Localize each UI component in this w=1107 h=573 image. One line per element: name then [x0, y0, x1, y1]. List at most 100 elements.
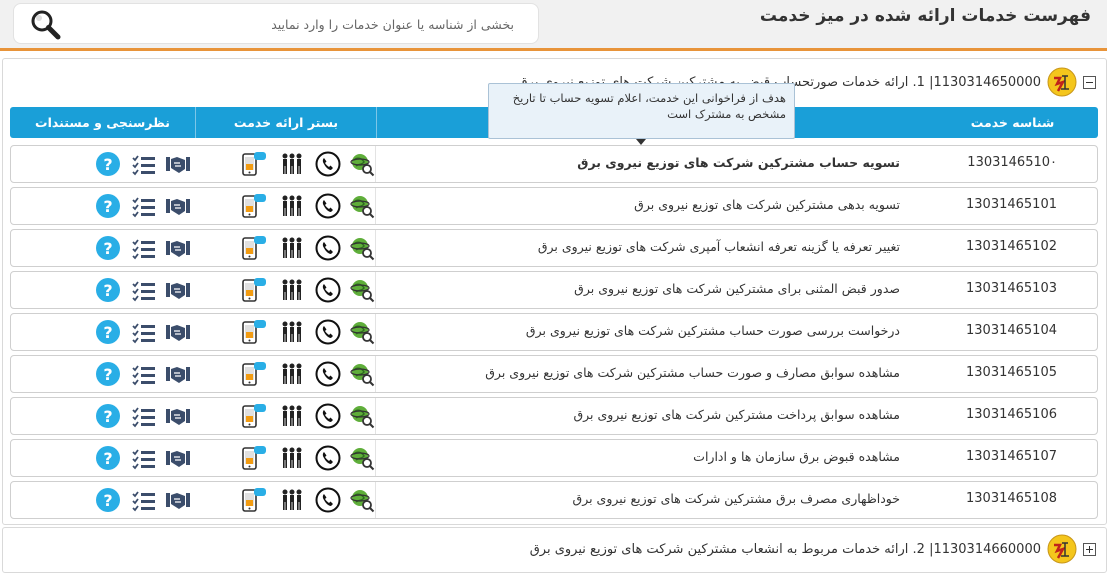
people-icon[interactable] [279, 361, 305, 387]
table-row[interactable]: 13031465107 مشاهده قبوض برق سازمان ها و … [10, 439, 1098, 477]
checklist-icon[interactable] [131, 487, 157, 513]
globe-search-icon[interactable] [349, 319, 375, 345]
checklist-icon[interactable] [131, 361, 157, 387]
service-title[interactable]: مشاهده قبوض برق سازمان ها و ادارات [693, 449, 900, 464]
service-title[interactable]: صدور قبض المثنی برای مشترکین شرکت های تو… [574, 281, 900, 296]
row-actions: ? [91, 319, 381, 345]
mobile-app-icon[interactable] [241, 403, 267, 429]
checklist-icon[interactable] [131, 445, 157, 471]
expand-icon[interactable] [1083, 542, 1096, 556]
globe-search-icon[interactable] [349, 487, 375, 513]
globe-search-icon[interactable] [349, 445, 375, 471]
column-id: شناسه خدمت [970, 115, 1055, 130]
mobile-app-icon[interactable] [241, 487, 267, 513]
checklist-icon[interactable] [131, 235, 157, 261]
service-title[interactable]: خوداظهاری مصرف برق مشترکین شرکت های توزی… [573, 491, 901, 506]
search-icon[interactable] [28, 8, 62, 40]
service-id: 13031465101 [966, 197, 1057, 212]
mobile-app-icon[interactable] [241, 193, 267, 219]
phone-icon[interactable] [315, 151, 341, 177]
service-tooltip: هدف از فراخوانی این خدمت، اعلام تسویه حس… [488, 83, 795, 139]
globe-search-icon[interactable] [349, 151, 375, 177]
people-icon[interactable] [279, 151, 305, 177]
mobile-app-icon[interactable] [241, 151, 267, 177]
mobile-app-icon[interactable] [241, 319, 267, 345]
search-input[interactable] [72, 9, 516, 39]
phone-icon[interactable] [315, 277, 341, 303]
service-id: 13031465102 [966, 239, 1057, 254]
globe-search-icon[interactable] [349, 193, 375, 219]
mobile-app-icon[interactable] [241, 235, 267, 261]
group-header[interactable]: 1130314660000| 2. ارائه خدمات مربوط به ا… [530, 534, 1096, 564]
help-icon[interactable]: ? [95, 361, 121, 387]
people-icon[interactable] [279, 193, 305, 219]
help-icon[interactable]: ? [95, 277, 121, 303]
globe-search-icon[interactable] [349, 361, 375, 387]
handshake-icon[interactable] [165, 151, 191, 177]
people-icon[interactable] [279, 445, 305, 471]
checklist-icon[interactable] [131, 277, 157, 303]
people-icon[interactable] [279, 235, 305, 261]
help-icon[interactable]: ? [95, 151, 121, 177]
checklist-icon[interactable] [131, 193, 157, 219]
phone-icon[interactable] [315, 487, 341, 513]
checklist-icon[interactable] [131, 319, 157, 345]
handshake-icon[interactable] [165, 403, 191, 429]
help-icon[interactable]: ? [95, 319, 121, 345]
table-row[interactable]: 13031465106 مشاهده سوابق پرداخت مشترکین … [10, 397, 1098, 435]
service-title[interactable]: مشاهده سوابق پرداخت مشترکین شرکت های توز… [573, 407, 900, 422]
globe-search-icon[interactable] [349, 277, 375, 303]
table-row[interactable]: 13031465101 تسویه بدهی مشترکین شرکت های … [10, 187, 1098, 225]
collapse-icon[interactable] [1083, 75, 1096, 89]
service-title[interactable]: تسویه حساب مشترکین شرکت های توزیع نیروی … [577, 155, 900, 170]
mobile-app-icon[interactable] [241, 361, 267, 387]
column-channel: بستر ارائه خدمت [195, 107, 377, 138]
service-title[interactable]: تسویه بدهی مشترکین شرکت های توزیع نیروی … [634, 197, 900, 212]
phone-icon[interactable] [315, 319, 341, 345]
people-icon[interactable] [279, 403, 305, 429]
search-box [13, 3, 539, 44]
phone-icon[interactable] [315, 193, 341, 219]
handshake-icon[interactable] [165, 361, 191, 387]
table-row[interactable]: 13031465104 درخواست بررسی صورت حساب مشتر… [10, 313, 1098, 351]
people-icon[interactable] [279, 487, 305, 513]
handshake-icon[interactable] [165, 277, 191, 303]
svg-text:?: ? [103, 449, 112, 468]
table-row[interactable]: 1303146510۰ تسویه حساب مشترکین شرکت های … [10, 145, 1098, 183]
people-icon[interactable] [279, 319, 305, 345]
electricity-logo-icon [1047, 67, 1077, 97]
service-title[interactable]: تغییر تعرفه یا گزینه تعرفه انشعاب آمپری … [538, 239, 900, 254]
help-icon[interactable]: ? [95, 193, 121, 219]
mobile-app-icon[interactable] [241, 445, 267, 471]
service-id: 13031465108 [966, 491, 1057, 506]
mobile-app-icon[interactable] [241, 277, 267, 303]
service-id: 13031465107 [966, 449, 1057, 464]
table-row[interactable]: 13031465102 تغییر تعرفه یا گزینه تعرفه ا… [10, 229, 1098, 267]
help-icon[interactable]: ? [95, 445, 121, 471]
phone-icon[interactable] [315, 445, 341, 471]
service-title[interactable]: مشاهده سوابق مصارف و صورت حساب مشترکین ش… [485, 365, 900, 380]
phone-icon[interactable] [315, 361, 341, 387]
tooltip-arrow [636, 139, 646, 145]
service-id: 1303146510۰ [967, 155, 1057, 170]
table-row[interactable]: 13031465105 مشاهده سوابق مصارف و صورت حس… [10, 355, 1098, 393]
phone-icon[interactable] [315, 235, 341, 261]
handshake-icon[interactable] [165, 487, 191, 513]
table-row[interactable]: 13031465108 خوداظهاری مصرف برق مشترکین ش… [10, 481, 1098, 519]
globe-search-icon[interactable] [349, 403, 375, 429]
phone-icon[interactable] [315, 403, 341, 429]
help-icon[interactable]: ? [95, 487, 121, 513]
handshake-icon[interactable] [165, 319, 191, 345]
handshake-icon[interactable] [165, 445, 191, 471]
checklist-icon[interactable] [131, 151, 157, 177]
help-icon[interactable]: ? [95, 403, 121, 429]
tooltip-line-1: هدف از فراخوانی این خدمت، اعلام تسویه حس… [512, 91, 786, 105]
people-icon[interactable] [279, 277, 305, 303]
handshake-icon[interactable] [165, 193, 191, 219]
globe-search-icon[interactable] [349, 235, 375, 261]
table-row[interactable]: 13031465103 صدور قبض المثنی برای مشترکین… [10, 271, 1098, 309]
service-title[interactable]: درخواست بررسی صورت حساب مشترکین شرکت های… [526, 323, 900, 338]
handshake-icon[interactable] [165, 235, 191, 261]
help-icon[interactable]: ? [95, 235, 121, 261]
checklist-icon[interactable] [131, 403, 157, 429]
